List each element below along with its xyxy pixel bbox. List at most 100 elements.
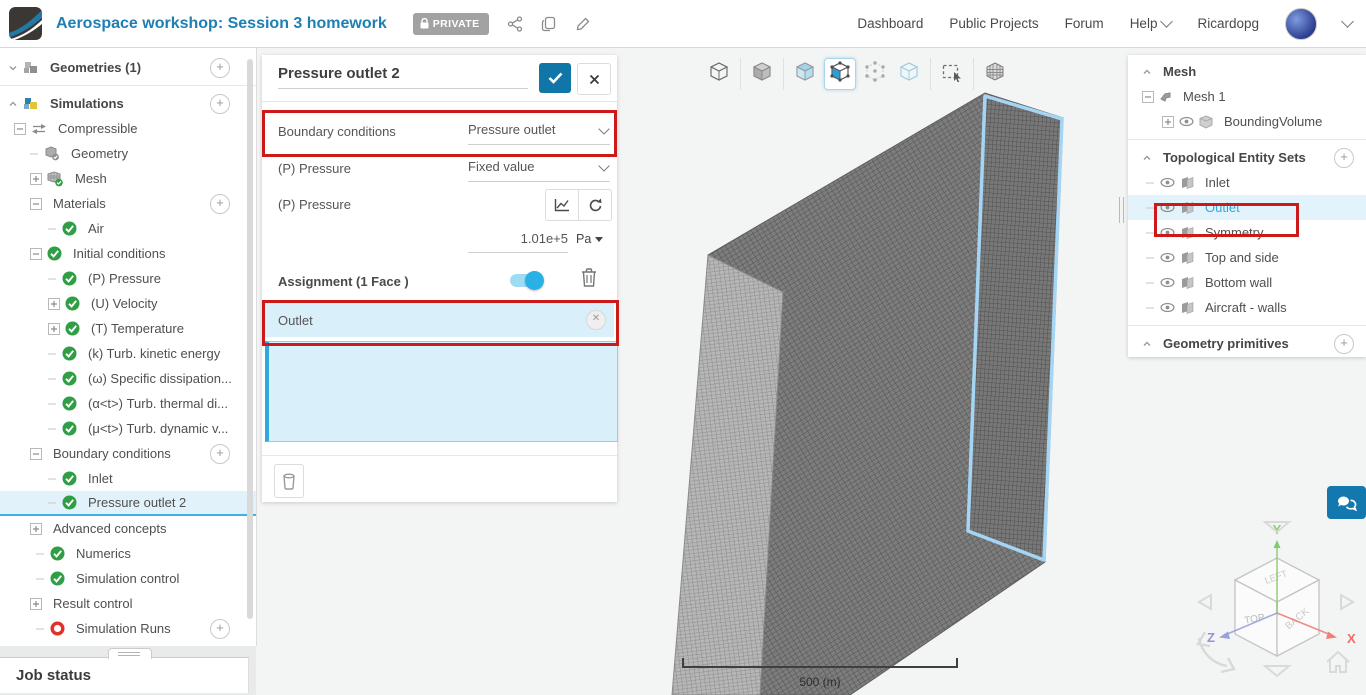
chevron-up-icon[interactable]: [8, 99, 18, 109]
add-button[interactable]: +: [210, 94, 230, 114]
tree-item-simulation-control[interactable]: Simulation control: [0, 566, 256, 591]
nav-item-public-projects[interactable]: Public Projects: [949, 16, 1038, 31]
nav-item-ricardopg[interactable]: Ricardopg: [1197, 16, 1259, 31]
eye-icon[interactable]: [1160, 202, 1175, 213]
add-button[interactable]: +: [210, 194, 230, 214]
tree-item--t-turb-dynamic-v-[interactable]: (μ<t>) Turb. dynamic v...: [0, 416, 256, 441]
left-panel-scrollbar[interactable]: [247, 59, 253, 619]
tree-item-outlet[interactable]: Outlet: [1128, 195, 1366, 220]
cancel-button[interactable]: [577, 63, 611, 95]
chevron-up-icon[interactable]: [1142, 67, 1152, 77]
add-button[interactable]: +: [1334, 148, 1354, 168]
toolbar-select-vertex-button[interactable]: [860, 59, 890, 89]
box-minus-icon[interactable]: [30, 198, 42, 210]
tree-item-geometry[interactable]: Geometry: [0, 141, 256, 166]
share-icon[interactable]: [507, 16, 523, 32]
toolbar-solid-view-button[interactable]: [747, 59, 777, 89]
pressure-value-input[interactable]: 1.01e+5: [468, 231, 568, 253]
tree-item-inlet[interactable]: Inlet: [0, 466, 256, 491]
job-status-drag-handle[interactable]: [108, 648, 152, 659]
box-plus-icon[interactable]: [30, 173, 42, 185]
tree-item-simulation-runs[interactable]: Simulation Runs+: [0, 616, 256, 641]
pressure-type-select[interactable]: Fixed value: [468, 159, 610, 182]
tree-item-symmetry[interactable]: Symmetry: [1128, 220, 1366, 245]
add-button[interactable]: +: [210, 58, 230, 78]
tree-item-result-control[interactable]: Result control: [0, 591, 256, 616]
tree-item-advanced-concepts[interactable]: Advanced concepts: [0, 516, 256, 541]
nav-item-forum[interactable]: Forum: [1065, 16, 1104, 31]
project-title[interactable]: Aerospace workshop: Session 3 homework: [56, 15, 387, 33]
box-plus-icon[interactable]: [30, 598, 42, 610]
nav-item-dashboard[interactable]: Dashboard: [857, 16, 923, 31]
tree-item--u-velocity[interactable]: (U) Velocity: [0, 291, 256, 316]
remove-chip-icon[interactable]: ✕: [586, 310, 606, 330]
tree-item--t-turb-thermal-di-[interactable]: (α<t>) Turb. thermal di...: [0, 391, 256, 416]
box-plus-icon[interactable]: [30, 523, 42, 535]
box-minus-icon[interactable]: [1142, 91, 1154, 103]
add-button[interactable]: +: [210, 619, 230, 639]
support-chat-button[interactable]: [1327, 486, 1366, 519]
formula-graph-button[interactable]: [545, 189, 579, 221]
tree-item-bottom-wall[interactable]: Bottom wall: [1128, 270, 1366, 295]
avatar[interactable]: [1285, 8, 1317, 40]
eye-icon[interactable]: [1179, 116, 1194, 127]
chevron-up-icon[interactable]: [1142, 339, 1152, 349]
tree-item-materials[interactable]: Materials+: [0, 191, 256, 216]
add-button[interactable]: +: [1334, 334, 1354, 354]
tree-item--p-pressure[interactable]: (P) Pressure: [0, 266, 256, 291]
simscale-logo-icon[interactable]: [9, 7, 42, 40]
eye-icon[interactable]: [1160, 302, 1175, 313]
tree-item-boundingvolume[interactable]: BoundingVolume: [1128, 109, 1366, 134]
tree-section-simulations[interactable]: Simulations+: [0, 91, 256, 116]
unit-select[interactable]: Pa: [576, 232, 603, 246]
eye-icon[interactable]: [1160, 252, 1175, 263]
copy-icon[interactable]: [541, 16, 557, 32]
box-minus-icon[interactable]: [14, 123, 26, 135]
tree-item-pressure-outlet-2[interactable]: Pressure outlet 2: [0, 491, 256, 516]
tree-item-mesh-1[interactable]: Mesh 1: [1128, 84, 1366, 109]
assignment-chip-outlet[interactable]: Outlet ✕: [265, 303, 614, 337]
rotate-down-arrow[interactable]: [1265, 666, 1289, 676]
toolbar-box-select-button[interactable]: [937, 59, 967, 89]
tree-item-boundary-conditions[interactable]: Boundary conditions+: [0, 441, 256, 466]
confirm-button[interactable]: [539, 63, 571, 93]
toolbar-select-edge-button[interactable]: [894, 59, 924, 89]
box-plus-icon[interactable]: [48, 323, 60, 335]
tree-item--specific-dissipation-[interactable]: (ω) Specific dissipation...: [0, 366, 256, 391]
toolbar-mesh-view-button[interactable]: [980, 59, 1010, 89]
eye-icon[interactable]: [1160, 277, 1175, 288]
edit-icon[interactable]: [575, 16, 591, 32]
toolbar-select-face-button[interactable]: [824, 58, 856, 90]
assignment-selection-area[interactable]: [265, 341, 618, 442]
chevron-down-icon[interactable]: [1341, 15, 1354, 28]
box-plus-icon[interactable]: [48, 298, 60, 310]
eye-icon[interactable]: [1160, 177, 1175, 188]
panel-resize-handle[interactable]: [1118, 197, 1126, 223]
job-status-bar[interactable]: Job status: [0, 657, 249, 693]
tree-item--k-turb-kinetic-energy[interactable]: (k) Turb. kinetic energy: [0, 341, 256, 366]
chevron-up-icon[interactable]: [1142, 153, 1152, 163]
tree-item-mesh[interactable]: Mesh: [0, 166, 256, 191]
tree-item-top-and-side[interactable]: Top and side: [1128, 245, 1366, 270]
tree-section-mesh[interactable]: Mesh: [1128, 59, 1366, 84]
box-plus-icon[interactable]: [1162, 116, 1174, 128]
tree-item-compressible[interactable]: Compressible: [0, 116, 256, 141]
toolbar-wireframe-view-button[interactable]: [704, 59, 734, 89]
box-minus-icon[interactable]: [30, 248, 42, 260]
nav-item-help[interactable]: Help: [1130, 16, 1172, 31]
tree-item--t-temperature[interactable]: (T) Temperature: [0, 316, 256, 341]
tree-item-air[interactable]: Air: [0, 216, 256, 241]
home-view-icon[interactable]: [1327, 652, 1349, 672]
navigation-cube[interactable]: LEFT TOP BACK Y X Z: [1185, 518, 1365, 695]
tree-item-aircraft-walls[interactable]: Aircraft - walls: [1128, 295, 1366, 320]
chevron-down-icon[interactable]: [8, 63, 18, 73]
assignment-toggle[interactable]: [510, 274, 540, 287]
eye-icon[interactable]: [1160, 227, 1175, 238]
boundary-conditions-select[interactable]: Pressure outlet: [468, 122, 610, 145]
add-button[interactable]: +: [210, 444, 230, 464]
tree-item-numerics[interactable]: Numerics: [0, 541, 256, 566]
toolbar-select-volume-button[interactable]: [790, 59, 820, 89]
clear-selection-button[interactable]: [274, 464, 304, 498]
box-minus-icon[interactable]: [30, 448, 42, 460]
tree-section-geometries-1-[interactable]: Geometries (1)+: [0, 55, 256, 80]
